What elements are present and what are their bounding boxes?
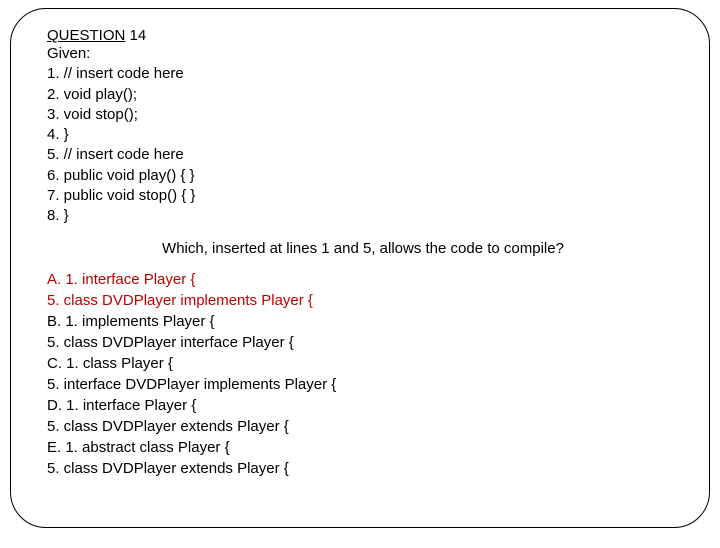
code-line: 2. void play(); bbox=[47, 85, 679, 105]
given-block: Given: 1. // insert code here 2. void pl… bbox=[47, 44, 679, 226]
code-line: 3. void stop(); bbox=[47, 105, 679, 125]
answer-d-line2: 5. class DVDPlayer extends Player { bbox=[47, 416, 679, 437]
code-line: 4. } bbox=[47, 125, 679, 145]
answer-a-line2: 5. class DVDPlayer implements Player { bbox=[47, 290, 679, 311]
question-heading: QUESTION 14 bbox=[47, 27, 679, 44]
slide-frame: QUESTION 14 Given: 1. // insert code her… bbox=[10, 8, 710, 528]
answer-c-line1: C. 1. class Player { bbox=[47, 353, 679, 374]
answer-b-line1: B. 1. implements Player { bbox=[47, 311, 679, 332]
question-label: QUESTION bbox=[47, 27, 125, 44]
answer-a-line1: A. 1. interface Player { bbox=[47, 269, 679, 290]
answer-e-line1: E. 1. abstract class Player { bbox=[47, 437, 679, 458]
given-label: Given: bbox=[47, 44, 679, 64]
code-line: 8. } bbox=[47, 206, 679, 226]
code-line: 1. // insert code here bbox=[47, 64, 679, 84]
answer-c-line2: 5. interface DVDPlayer implements Player… bbox=[47, 374, 679, 395]
answer-b-line2: 5. class DVDPlayer interface Player { bbox=[47, 332, 679, 353]
answer-e-line2: 5. class DVDPlayer extends Player { bbox=[47, 458, 679, 479]
answer-d-line1: D. 1. interface Player { bbox=[47, 395, 679, 416]
code-line: 5. // insert code here bbox=[47, 145, 679, 165]
answers-block: A. 1. interface Player { 5. class DVDPla… bbox=[47, 269, 679, 479]
code-line: 6. public void play() { } bbox=[47, 166, 679, 186]
question-prompt: Which, inserted at lines 1 and 5, allows… bbox=[47, 240, 679, 257]
code-line: 7. public void stop() { } bbox=[47, 186, 679, 206]
question-number: 14 bbox=[130, 27, 147, 44]
